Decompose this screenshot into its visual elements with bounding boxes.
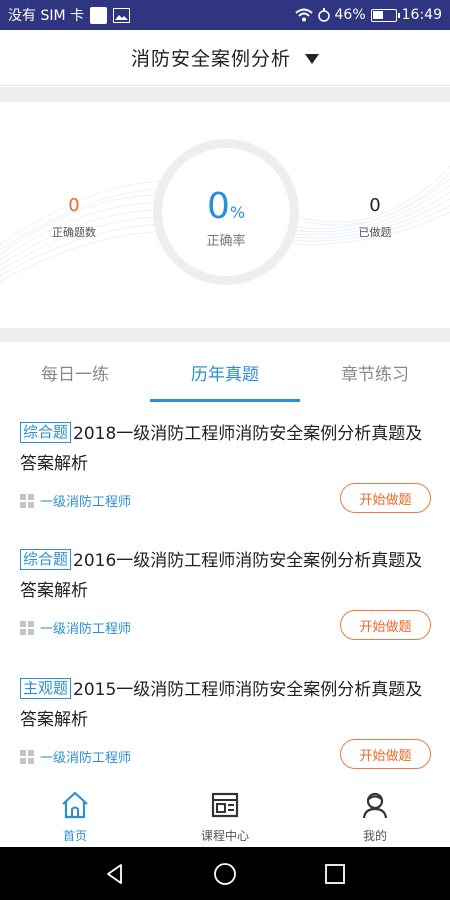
tab-label: 历年真题 (191, 365, 259, 385)
tab-past-exams[interactable]: 历年真题 (150, 342, 300, 402)
list-item[interactable]: 综合题 2018一级消防工程师消防安全案例分析真题及答案解析 一级消防工程师 开始… (0, 419, 450, 539)
home-button-icon[interactable] (213, 862, 237, 886)
carrier-text: 没有 SIM 卡 (8, 8, 84, 24)
exam-title: 综合题 2016一级消防工程师消防安全案例分析真题及答案解析 (20, 546, 430, 606)
category-label: 一级消防工程师 (40, 751, 132, 766)
grid-icon (20, 749, 34, 764)
recents-icon[interactable] (323, 862, 347, 886)
active-tab-indicator (150, 399, 300, 402)
category-label: 一级消防工程师 (40, 495, 132, 510)
question-type-badge: 综合题 (20, 422, 72, 443)
done-count-value: 0 (369, 195, 381, 216)
accuracy-label: 正确率 (206, 234, 246, 249)
battery-icon (370, 8, 400, 22)
exam-title-text: 2016一级消防工程师消防安全案例分析真题及答案解析 (20, 551, 423, 601)
start-practice-button[interactable]: 开始做题 (340, 610, 431, 640)
wifi-icon (294, 8, 313, 22)
status-bar: 没有 SIM 卡 46% 16:49 (0, 0, 450, 30)
exam-title: 综合题 2018一级消防工程师消防安全案例分析真题及答案解析 (20, 419, 430, 479)
home-icon (62, 791, 88, 819)
bottom-nav: 首页 课程中心 我的 (0, 780, 450, 847)
nav-label: 课程中心 (200, 829, 249, 843)
done-count-stat: 0 已做题 (325, 195, 425, 240)
image-icon (113, 7, 130, 23)
exam-title-text: 2018一级消防工程师消防安全案例分析真题及答案解析 (20, 424, 423, 474)
nav-label: 首页 (62, 829, 87, 843)
accuracy-value: 0% (153, 186, 299, 227)
tab-label: 每日一练 (41, 365, 109, 385)
tab-label: 章节练习 (341, 365, 409, 385)
tab-daily-practice[interactable]: 每日一练 (0, 342, 150, 402)
clock: 16:49 (401, 7, 442, 23)
profile-icon (362, 792, 388, 819)
back-icon[interactable] (103, 862, 127, 886)
nav-home[interactable]: 首页 (0, 780, 150, 847)
correct-count-stat: 0 正确题数 (24, 195, 124, 240)
caret-down-icon (305, 53, 319, 64)
start-practice-button[interactable]: 开始做题 (340, 739, 431, 769)
tab-chapter-practice[interactable]: 章节练习 (300, 342, 450, 402)
divider (0, 328, 450, 342)
correct-count-label: 正确题数 (52, 226, 96, 239)
grid-icon (20, 493, 34, 508)
category-row: 一级消防工程师 (20, 491, 131, 510)
start-practice-button[interactable]: 开始做题 (340, 483, 431, 513)
nav-profile[interactable]: 我的 (300, 780, 450, 847)
done-count-label: 已做题 (358, 226, 392, 239)
correct-count-value: 0 (68, 195, 80, 216)
category-label: 一级消防工程师 (40, 622, 132, 637)
tab-bar: 每日一练 历年真题 章节练习 (0, 342, 450, 402)
course-selector[interactable]: 消防安全案例分析 (0, 30, 450, 86)
category-row: 一级消防工程师 (20, 618, 131, 637)
system-nav-bar (0, 847, 450, 900)
stats-panel: 0% 正确率 0 正确题数 0 已做题 (0, 102, 450, 328)
divider (0, 87, 450, 102)
alarm-icon (317, 8, 330, 22)
battery-percent: 46% (334, 7, 366, 23)
exam-title-text: 2015一级消防工程师消防安全案例分析真题及答案解析 (20, 680, 423, 730)
exam-title: 主观题 2015一级消防工程师消防安全案例分析真题及答案解析 (20, 675, 430, 735)
accuracy-number: 0 (206, 186, 230, 227)
nav-course-center[interactable]: 课程中心 (150, 780, 300, 847)
notification-icon (90, 6, 107, 24)
nav-label: 我的 (362, 829, 387, 843)
question-type-badge: 综合题 (20, 549, 72, 570)
course-icon (211, 792, 239, 818)
question-type-badge: 主观题 (20, 678, 72, 699)
category-row: 一级消防工程师 (20, 747, 131, 766)
accuracy-unit: % (229, 203, 246, 222)
grid-icon (20, 620, 34, 635)
list-item[interactable]: 主观题 2015一级消防工程师消防安全案例分析真题及答案解析 一级消防工程师 开始… (0, 675, 450, 795)
page-title: 消防安全案例分析 (130, 48, 291, 70)
list-item[interactable]: 综合题 2016一级消防工程师消防安全案例分析真题及答案解析 一级消防工程师 开始… (0, 546, 450, 666)
